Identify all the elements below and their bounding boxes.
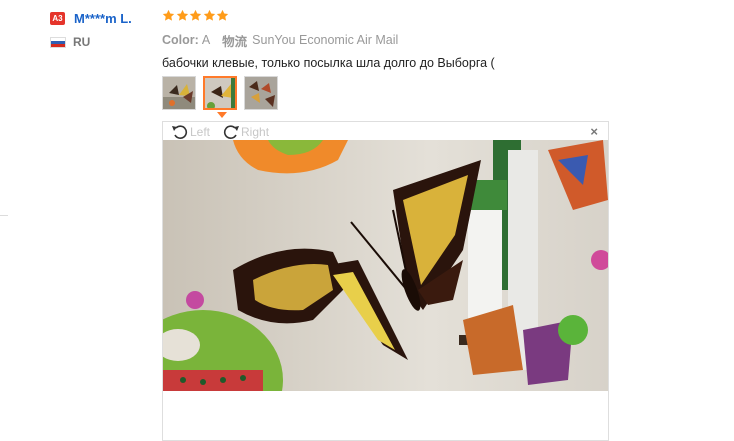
star-icon (176, 9, 189, 22)
close-icon[interactable]: × (590, 124, 598, 139)
reviewer-info: A3 M****m L. RU (50, 10, 132, 49)
divider (0, 215, 8, 216)
shipping-label: 物流 (222, 34, 248, 49)
rotate-left-button[interactable]: Left (171, 124, 210, 140)
review-photo (163, 140, 608, 391)
color-value: A (201, 33, 211, 47)
reviewer-country: RU (73, 35, 91, 49)
star-icon (162, 9, 175, 22)
active-thumbnail-indicator (217, 112, 227, 118)
thumbnail-1[interactable] (162, 76, 196, 110)
photo-thumbnails (162, 76, 278, 110)
order-info: Color: A 物流 SunYou Economic Air Mail (162, 32, 612, 49)
viewer-toolbar: Left Right × (163, 122, 608, 141)
thumbnail-3[interactable] (244, 76, 278, 110)
rotate-right-button[interactable]: Right (222, 124, 269, 140)
star-icon (216, 9, 229, 22)
rotate-right-icon (223, 124, 240, 139)
reviewer-name[interactable]: M****m L. (74, 11, 132, 26)
russia-flag-icon (50, 36, 66, 48)
photo-viewer: Left Right × (162, 121, 609, 441)
user-level-badge: A3 (50, 11, 65, 25)
color-label: Color: (162, 33, 199, 47)
star-rating (162, 9, 612, 25)
rotate-left-icon (172, 124, 188, 139)
rotate-left-label: Left (190, 124, 211, 139)
star-icon (189, 9, 202, 22)
star-icon (203, 9, 216, 22)
review-text: бабочки клевые, только посылка шла долго… (162, 56, 495, 70)
rotate-right-label: Right (241, 124, 270, 139)
thumbnail-2[interactable] (203, 76, 237, 110)
shipping-value: SunYou Economic Air Mail (252, 33, 399, 47)
review-body: Color: A 物流 SunYou Economic Air Mail баб… (162, 9, 612, 72)
